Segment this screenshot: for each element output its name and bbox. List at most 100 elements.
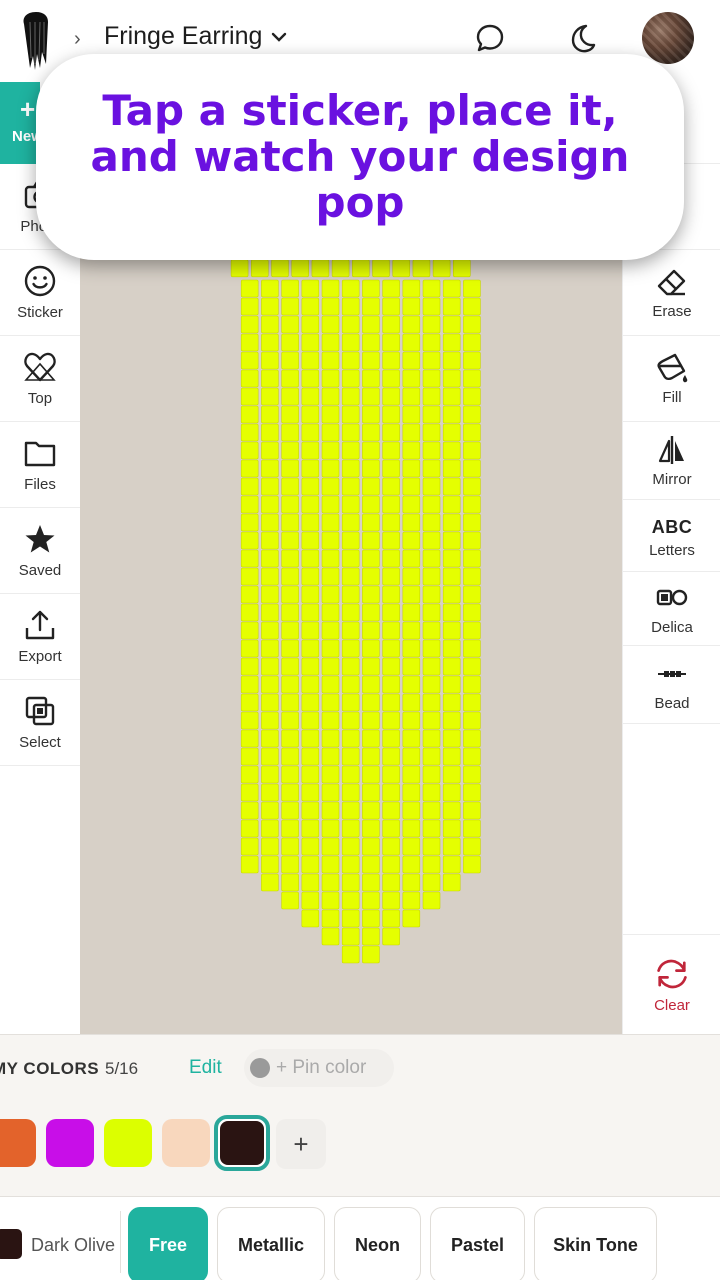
bead-cell[interactable]: [321, 567, 340, 586]
bead-cell[interactable]: [240, 423, 259, 442]
bead-cell[interactable]: [341, 477, 360, 496]
bead-cell[interactable]: [261, 477, 279, 496]
bead-cell[interactable]: [422, 837, 441, 856]
bead-cell[interactable]: [321, 513, 340, 532]
bead-cell[interactable]: [281, 405, 299, 424]
bead-cell[interactable]: [402, 513, 421, 532]
bead-cell[interactable]: [422, 819, 441, 838]
bead-cell[interactable]: [382, 747, 400, 766]
bead-cell[interactable]: [240, 387, 259, 406]
bead-cell[interactable]: [341, 711, 360, 730]
bead-cell[interactable]: [463, 801, 481, 820]
user-avatar[interactable]: [642, 12, 694, 64]
bead-cell[interactable]: [442, 855, 461, 874]
bead-cell[interactable]: [362, 657, 380, 676]
bead-cell[interactable]: [240, 621, 259, 640]
bead-cell[interactable]: [281, 693, 299, 712]
bead-cell[interactable]: [311, 259, 330, 278]
bead-cell[interactable]: [281, 495, 299, 514]
bead-cell[interactable]: [281, 837, 299, 856]
bead-cell[interactable]: [261, 549, 279, 568]
bead-cell[interactable]: [382, 837, 400, 856]
bead-cell[interactable]: [422, 891, 441, 910]
bead-cell[interactable]: [402, 891, 421, 910]
bead-cell[interactable]: [442, 819, 461, 838]
bead-cell[interactable]: [402, 351, 421, 370]
bead-cell[interactable]: [240, 603, 259, 622]
bead-cell[interactable]: [402, 621, 421, 640]
bead-cell[interactable]: [442, 729, 461, 748]
bead-cell[interactable]: [341, 927, 360, 946]
bead-cell[interactable]: [463, 603, 481, 622]
bead-cell[interactable]: [442, 459, 461, 478]
bead-cell[interactable]: [321, 405, 340, 424]
bead-cell[interactable]: [341, 585, 360, 604]
bead-cell[interactable]: [362, 747, 380, 766]
bead-cell[interactable]: [442, 315, 461, 334]
bead-cell[interactable]: [422, 441, 441, 460]
bead-cell[interactable]: [463, 567, 481, 586]
bead-cell[interactable]: [463, 549, 481, 568]
bead-cell[interactable]: [281, 549, 299, 568]
bead-cell[interactable]: [442, 387, 461, 406]
bead-cell[interactable]: [463, 369, 481, 388]
bead-cell[interactable]: [422, 351, 441, 370]
bead-cell[interactable]: [321, 297, 340, 316]
bead-cell[interactable]: [301, 873, 320, 892]
bead-cell[interactable]: [382, 423, 400, 442]
bead-cell[interactable]: [281, 279, 299, 298]
bead-cell[interactable]: [301, 315, 320, 334]
bead-cell[interactable]: [372, 259, 390, 278]
bead-cell[interactable]: [341, 279, 360, 298]
bead-cell[interactable]: [240, 369, 259, 388]
bead-cell[interactable]: [402, 405, 421, 424]
bead-cell[interactable]: [362, 369, 380, 388]
bead-cell[interactable]: [402, 441, 421, 460]
bead-cell[interactable]: [463, 333, 481, 352]
bead-cell[interactable]: [463, 315, 481, 334]
bead-cell[interactable]: [321, 585, 340, 604]
saved-tool[interactable]: Saved: [0, 508, 80, 594]
bead-cell[interactable]: [301, 747, 320, 766]
color-swatch[interactable]: [162, 1119, 210, 1167]
bead-cell[interactable]: [382, 693, 400, 712]
bead-cell[interactable]: [341, 441, 360, 460]
bead-cell[interactable]: [362, 477, 380, 496]
bead-cell[interactable]: [402, 801, 421, 820]
bead-cell[interactable]: [362, 531, 380, 550]
bead-cell[interactable]: [463, 351, 481, 370]
bead-cell[interactable]: [321, 873, 340, 892]
bead-cell[interactable]: [281, 351, 299, 370]
bead-cell[interactable]: [240, 531, 259, 550]
bead-cell[interactable]: [301, 675, 320, 694]
bead-cell[interactable]: [422, 855, 441, 874]
bead-cell[interactable]: [382, 333, 400, 352]
bead-cell[interactable]: [301, 567, 320, 586]
bead-cell[interactable]: [261, 837, 279, 856]
bead-cell[interactable]: [422, 873, 441, 892]
bead-cell[interactable]: [402, 297, 421, 316]
bead-cell[interactable]: [382, 603, 400, 622]
bead-cell[interactable]: [281, 891, 299, 910]
bead-cell[interactable]: [341, 459, 360, 478]
bead-cell[interactable]: [463, 423, 481, 442]
bead-cell[interactable]: [463, 405, 481, 424]
bead-cell[interactable]: [301, 351, 320, 370]
bead-cell[interactable]: [281, 657, 299, 676]
bead-cell[interactable]: [463, 459, 481, 478]
bead-cell[interactable]: [341, 549, 360, 568]
bead-cell[interactable]: [261, 297, 279, 316]
bead-cell[interactable]: [463, 297, 481, 316]
bead-cell[interactable]: [301, 657, 320, 676]
bead-cell[interactable]: [341, 675, 360, 694]
bead-cell[interactable]: [442, 603, 461, 622]
bead-cell[interactable]: [341, 387, 360, 406]
bead-cell[interactable]: [261, 423, 279, 442]
bead-cell[interactable]: [321, 621, 340, 640]
bead-cell[interactable]: [341, 315, 360, 334]
bead-cell[interactable]: [402, 657, 421, 676]
bead-cell[interactable]: [442, 585, 461, 604]
bead-cell[interactable]: [341, 801, 360, 820]
bead-cell[interactable]: [382, 585, 400, 604]
bead-cell[interactable]: [362, 603, 380, 622]
